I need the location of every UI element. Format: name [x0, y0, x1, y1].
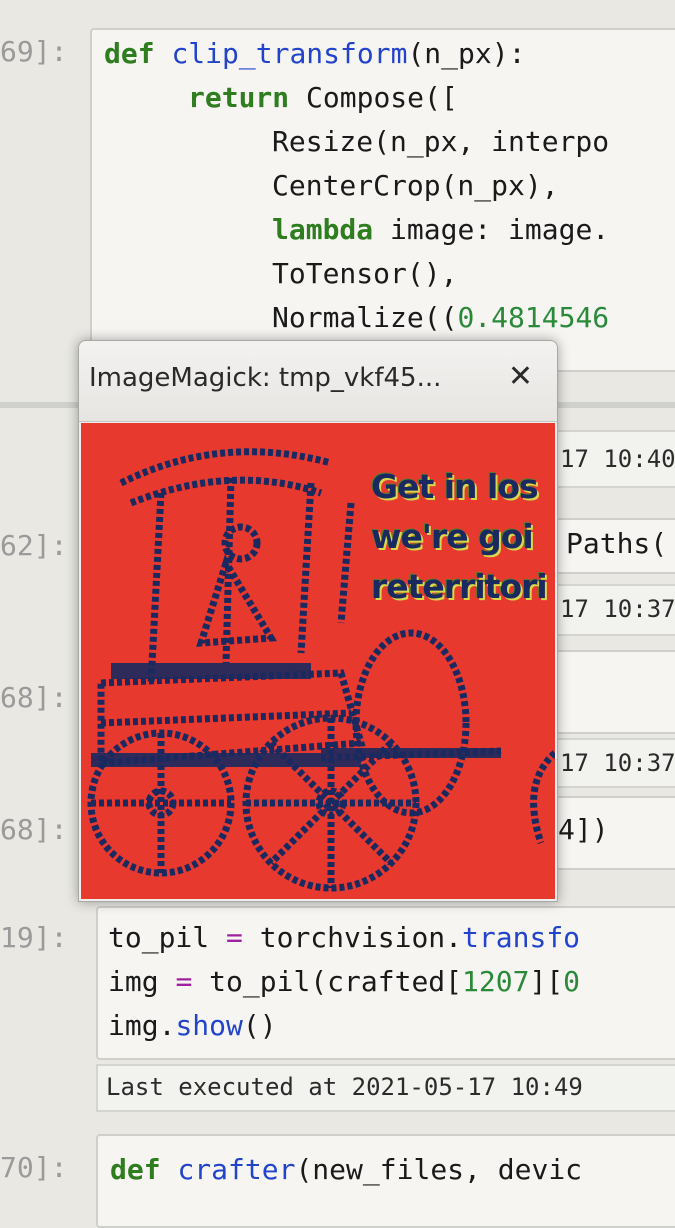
cell-prompt: 62]:: [0, 529, 68, 562]
code-text: 4]): [558, 813, 609, 846]
image-caption-line: Get in los: [371, 467, 539, 506]
cell3-prompt: 70]:: [0, 1151, 68, 1184]
keyword: def: [110, 1153, 161, 1186]
code-line: img = to_pil(crafted[1207][0: [108, 960, 580, 1004]
code-text: img.: [108, 1009, 176, 1042]
code-text: Compose([: [289, 81, 458, 114]
method-name: show: [175, 1009, 243, 1042]
code-text: (): [242, 1009, 277, 1042]
number: 1207: [462, 965, 530, 998]
code-text: CenterCrop(n_px),: [272, 169, 559, 202]
close-icon[interactable]: ✕: [508, 359, 533, 394]
code-text: Resize(n_px, interpo: [272, 125, 610, 158]
last-executed-text: Last executed at 2021-05-17 10:49: [106, 1073, 583, 1101]
cell1-prompt: 69]:: [0, 35, 68, 68]
code-line: CenterCrop(n_px),: [272, 164, 559, 208]
cell2-prompt: 19]:: [0, 921, 68, 954]
code-line: Resize(n_px, interpo: [272, 120, 609, 164]
keyword: return: [188, 81, 290, 114]
code-line: return Compose([: [188, 76, 458, 120]
timestamp-text: 17 10:40: [560, 445, 675, 473]
keyword: lambda: [272, 213, 374, 246]
code-line: def crafter(new_files, devic: [110, 1148, 582, 1192]
image-caption-line: we're goi: [371, 517, 534, 556]
number: 0: [563, 965, 581, 998]
cell2-input[interactable]: to_pil = torchvision.transfo img = to_pi…: [96, 906, 675, 1060]
function-name: clip_transform: [171, 37, 408, 70]
code-text: Normalize((: [272, 301, 458, 334]
function-name: crafter: [177, 1153, 296, 1186]
cell-prompt: 68]:: [0, 813, 68, 846]
crafted-image: Get in los we're goi reterritori: [81, 423, 555, 899]
code-line: def clip_transform(n_px):: [104, 32, 525, 76]
code-text: (new_files, devic: [295, 1153, 583, 1186]
code-text: torchvision.: [242, 921, 463, 954]
cell3-input[interactable]: def crafter(new_files, devic: [96, 1134, 675, 1228]
timestamp-text: 17 10:37: [560, 749, 675, 777]
operator: =: [175, 965, 193, 998]
timestamp-text: 17 10:37: [560, 595, 675, 623]
imagemagick-window[interactable]: ImageMagick: tmp_vkf45... ✕ Get in los w…: [78, 340, 558, 902]
code-line: ToTensor(),: [272, 252, 457, 296]
cell-prompt: 68]:: [0, 681, 68, 714]
code-text: image: image.: [373, 213, 610, 246]
code-line: lambda image: image.: [272, 208, 609, 252]
operator: =: [226, 921, 243, 954]
code-line: Normalize((0.4814546: [272, 296, 609, 340]
code-line: to_pil = torchvision.transfo: [108, 916, 580, 960]
window-titlebar[interactable]: ImageMagick: tmp_vkf45... ✕: [79, 341, 557, 422]
code-text: (n_px):: [407, 37, 526, 70]
cell1-input[interactable]: def clip_transform(n_px): return Compose…: [90, 28, 675, 372]
code-text: to_pil: [108, 921, 227, 954]
code-text: to_pil(crafted[: [192, 965, 463, 998]
code-line: img.show(): [108, 1004, 277, 1048]
code-text: Paths(: [566, 527, 668, 560]
code-text: ][: [529, 965, 564, 998]
code-text: img: [108, 965, 176, 998]
number: 0.4814546: [457, 301, 610, 334]
keyword: def: [104, 37, 155, 70]
window-title: ImageMagick: tmp_vkf45...: [89, 363, 442, 393]
attribute-text: transfo: [462, 921, 581, 954]
code-text: ToTensor(),: [272, 257, 458, 290]
image-caption-line: reterritori: [371, 567, 548, 606]
execution-info: Last executed at 2021-05-17 10:49: [96, 1064, 675, 1112]
